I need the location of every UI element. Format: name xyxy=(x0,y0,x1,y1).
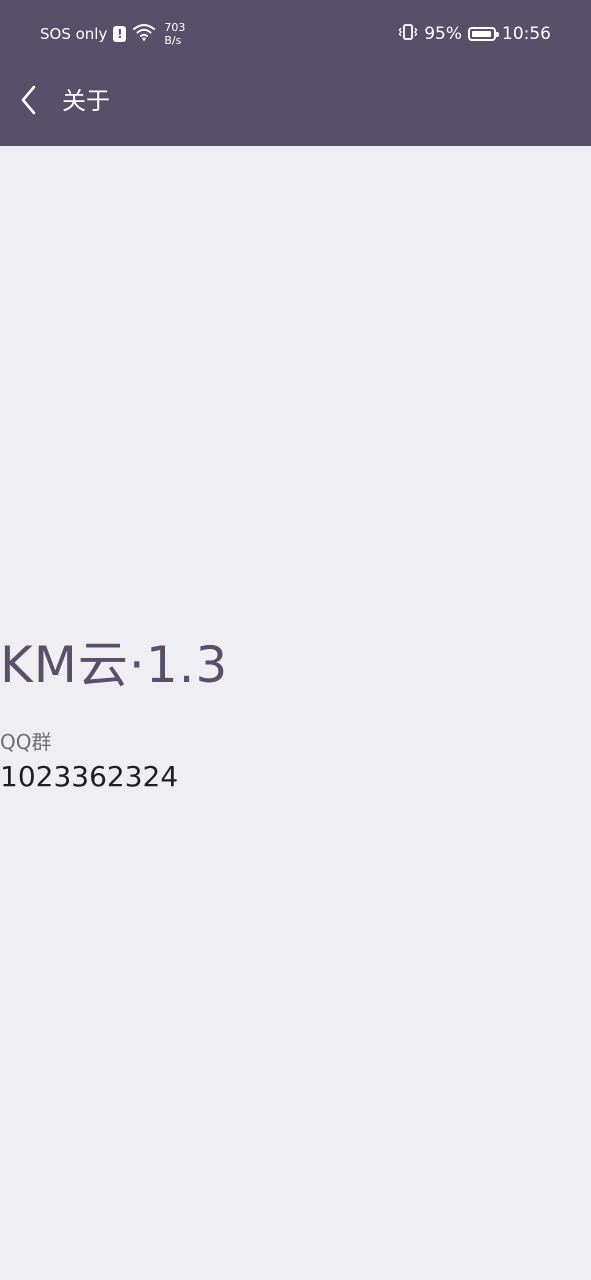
clock-time: 10:56 xyxy=(502,24,551,44)
back-button[interactable] xyxy=(12,80,46,120)
alert-icon: ! xyxy=(113,26,127,42)
qq-group-number[interactable]: 1023362324 xyxy=(0,759,178,795)
network-speed-unit: B/s xyxy=(164,34,182,47)
network-speed-value: 703 xyxy=(164,21,186,34)
qq-group-label: QQ群 xyxy=(0,730,52,754)
vibrate-icon xyxy=(398,22,418,47)
status-right: 95% 10:56 xyxy=(398,18,551,50)
page-title: 关于 xyxy=(62,87,110,115)
wifi-icon xyxy=(132,22,156,46)
app-version-title: KM云·1.3 xyxy=(0,636,229,694)
about-content: KM云·1.3 QQ群 1023362324 xyxy=(0,146,591,1280)
back-arrow-icon xyxy=(21,85,36,115)
battery-percent: 95% xyxy=(424,24,462,44)
battery-icon xyxy=(468,27,499,41)
status-bar: SOS only ! 703 B/s 95% 10:56 xyxy=(0,0,591,66)
network-speed: 703 B/s xyxy=(164,21,185,47)
sos-only-text: SOS only xyxy=(40,25,108,43)
app-bar: 关于 xyxy=(0,66,591,146)
status-left: SOS only ! 703 B/s xyxy=(40,18,185,50)
top-bar: SOS only ! 703 B/s 95% 10:56 关于 xyxy=(0,0,591,146)
